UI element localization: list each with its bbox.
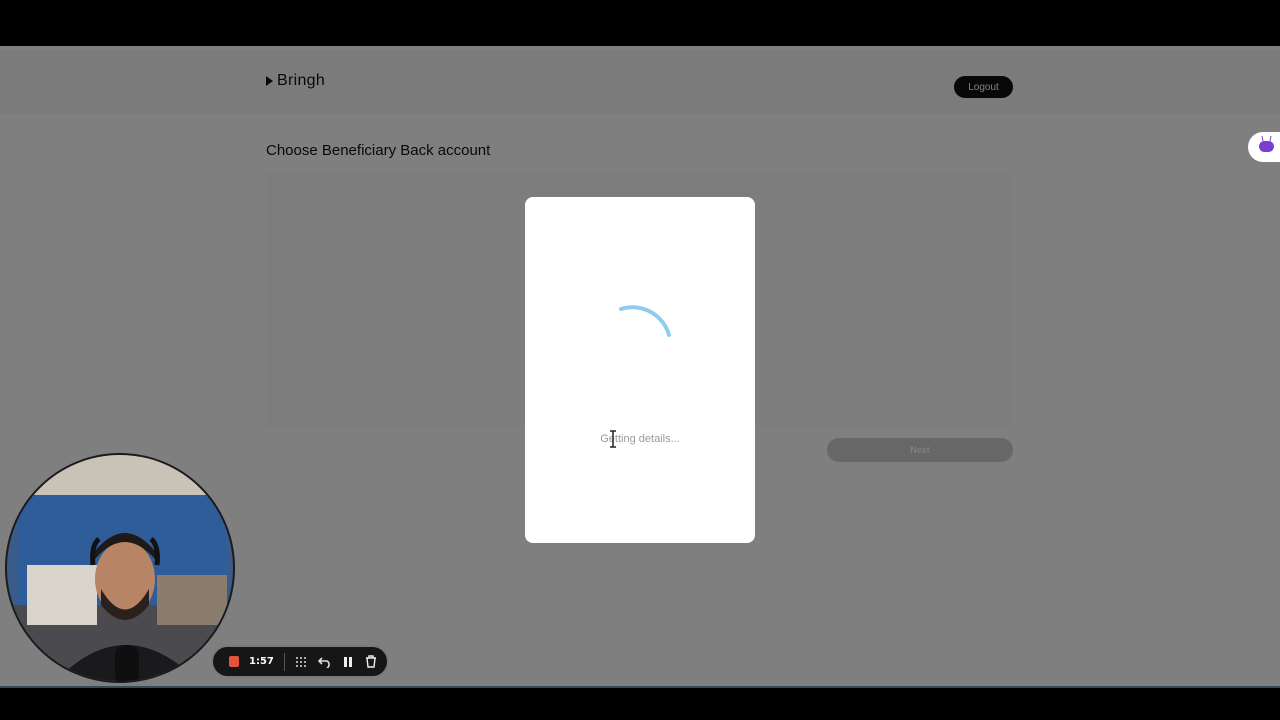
stop-icon[interactable] [229,656,239,667]
pause-icon[interactable] [342,655,355,669]
undo-icon[interactable] [317,655,332,669]
webcam-overlay [5,453,235,683]
loading-modal: Getting details... [525,197,755,543]
grid-icon[interactable] [295,655,308,669]
chat-bot-widget[interactable] [1248,132,1280,162]
toolbar-divider [283,652,285,671]
bot-icon [1259,141,1274,152]
loading-spinner-icon [619,305,671,337]
trash-icon[interactable] [364,655,377,669]
text-cursor-icon [610,430,616,448]
loading-status-text: Getting details... [600,433,680,445]
video-letterbox-top [0,0,1280,46]
webcam-image [7,455,233,681]
video-letterbox-bottom [0,688,1280,720]
recording-toolbar: 1:57 [211,645,389,678]
recording-time: 1:57 [249,656,274,667]
